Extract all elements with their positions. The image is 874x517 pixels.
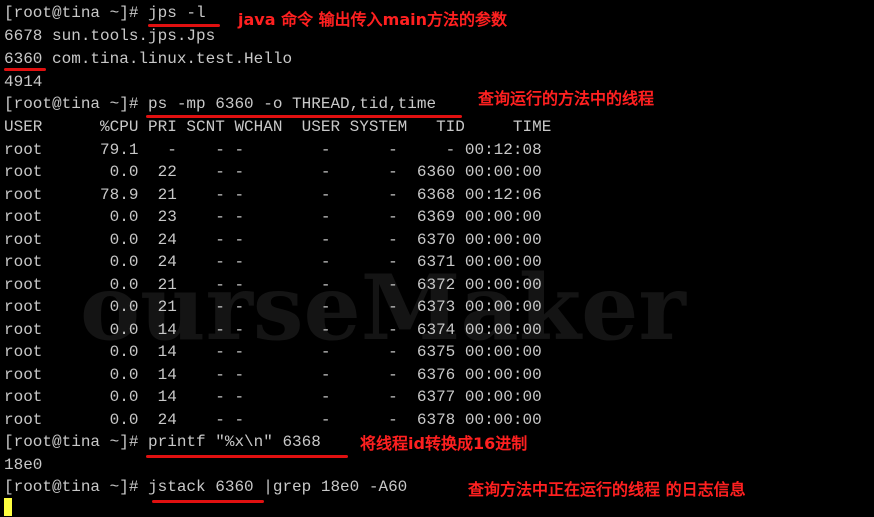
annotation-printf: 将线程id转换成16进制 bbox=[360, 434, 528, 453]
thread-table-row: root 0.0 24 - - - - 6371 00:00:00 bbox=[4, 253, 542, 271]
terminal-line-output: 4914 bbox=[4, 73, 43, 91]
thread-table-row: root 0.0 23 - - - - 6369 00:00:00 bbox=[4, 208, 542, 226]
terminal-line-ps-command: [root@tina ~]# ps -mp 6360 -o THREAD,tid… bbox=[4, 95, 437, 113]
thread-table-row: root 0.0 14 - - - - 6375 00:00:00 bbox=[4, 343, 542, 361]
thread-table-row: root 78.9 21 - - - - 6368 00:12:06 bbox=[4, 186, 542, 204]
terminal-line-jstack-command: [root@tina ~]# jstack 6360 |grep 18e0 -A… bbox=[4, 478, 408, 496]
thread-table-row: root 79.1 - - - - - - 00:12:08 bbox=[4, 141, 542, 159]
thread-table-row: root 0.0 21 - - - - 6372 00:00:00 bbox=[4, 276, 542, 294]
terminal-cursor[interactable] bbox=[4, 498, 12, 516]
jstack-underline bbox=[152, 500, 264, 503]
terminal-line-output: 6678 sun.tools.jps.Jps bbox=[4, 27, 216, 45]
terminal-line-output: 6360 com.tina.linux.test.Hello bbox=[4, 50, 293, 68]
thread-table-row: root 0.0 14 - - - - 6376 00:00:00 bbox=[4, 366, 542, 384]
printf-underline bbox=[146, 455, 348, 458]
thread-table-header: USER %CPU PRI SCNT WCHAN USER SYSTEM TID… bbox=[4, 118, 552, 136]
thread-table-row: root 0.0 22 - - - - 6360 00:00:00 bbox=[4, 163, 542, 181]
annotation-jps: java 命令 输出传入main方法的参数 bbox=[238, 10, 507, 29]
thread-table-row: root 0.0 21 - - - - 6373 00:00:00 bbox=[4, 298, 542, 316]
thread-table-row: root 0.0 24 - - - - 6370 00:00:00 bbox=[4, 231, 542, 249]
terminal-line-printf-command: [root@tina ~]# printf "%x\n" 6368 bbox=[4, 433, 321, 451]
thread-table-row: root 0.0 24 - - - - 6378 00:00:00 bbox=[4, 411, 542, 429]
annotation-ps: 查询运行的方法中的线程 bbox=[478, 89, 655, 108]
annotation-jstack: 查询方法中正在运行的线程 的日志信息 bbox=[468, 480, 746, 499]
terminal-line-output: 18e0 bbox=[4, 456, 43, 474]
terminal-line-jps-command: [root@tina ~]# jps -l bbox=[4, 4, 206, 22]
thread-table-row: root 0.0 14 - - - - 6377 00:00:00 bbox=[4, 388, 542, 406]
terminal-window[interactable]: ourseMaker [root@tina ~]# jps -l java 命令… bbox=[0, 0, 874, 517]
thread-table-row: root 0.0 14 - - - - 6374 00:00:00 bbox=[4, 321, 542, 339]
